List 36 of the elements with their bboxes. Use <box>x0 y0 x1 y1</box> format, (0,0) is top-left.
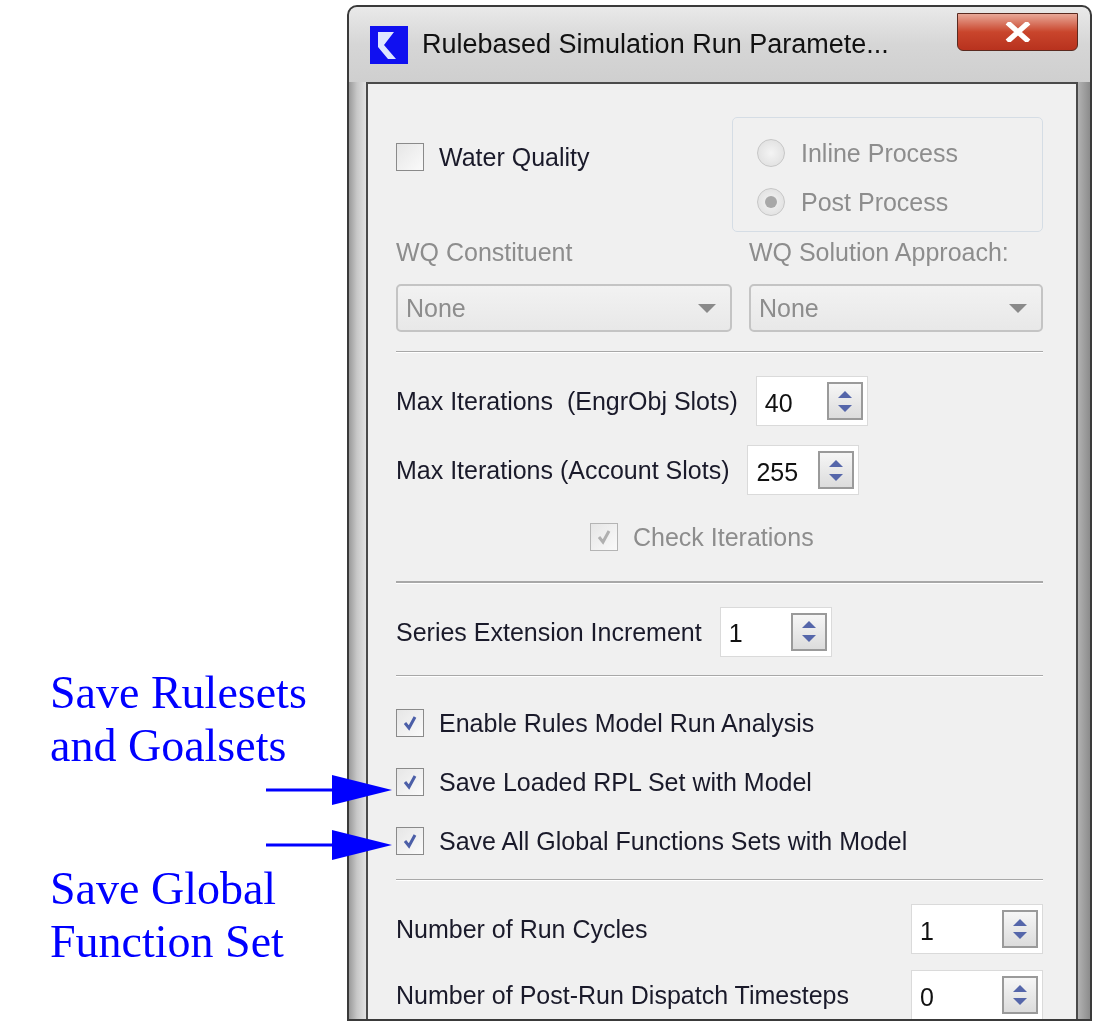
spinner-buttons[interactable] <box>818 451 855 490</box>
close-icon <box>1004 22 1031 42</box>
number-field[interactable]: 1 <box>911 904 1043 954</box>
number-field[interactable]: 0 <box>911 970 1043 1019</box>
field-label: Number of Run Cycles <box>396 914 648 944</box>
spinner-buttons[interactable] <box>826 382 863 421</box>
checkbox[interactable] <box>396 708 424 737</box>
caret-icon <box>1009 303 1027 313</box>
dropdown-label: WQ Solution Approach: <box>748 237 1010 267</box>
number-field[interactable]: 255 <box>747 445 860 496</box>
caret-icon <box>697 303 716 313</box>
radio-label: Inline Process <box>801 138 959 168</box>
field-label: Max Iterations (Account Slots) <box>396 455 730 486</box>
window-title: Rulebased Simulation Run Paramete... <box>422 29 890 60</box>
checkbox[interactable] <box>396 826 424 855</box>
spinner-buttons[interactable] <box>1002 910 1038 948</box>
annotation-text: Save Rulesets and Goalsets <box>50 666 307 772</box>
dropdown-label: WQ Constituent <box>396 237 574 267</box>
annotation-text: Save Global Function Set <box>50 862 284 968</box>
number-field[interactable]: 1 <box>719 606 832 657</box>
spinner-buttons[interactable] <box>1002 976 1038 1014</box>
checkbox[interactable] <box>396 767 424 796</box>
checkbox-label: Water Quality <box>439 142 590 172</box>
app-logo-icon <box>370 25 408 64</box>
checkbox-label: Save All Global Functions Sets with Model <box>439 825 908 856</box>
checkbox-label: Enable Rules Model Run Analysis <box>439 707 815 738</box>
radio-label: Post Process <box>801 187 949 217</box>
close-button[interactable] <box>957 13 1078 51</box>
number-field[interactable]: 40 <box>755 376 868 427</box>
checkbox[interactable] <box>396 143 424 171</box>
field-label: Max Iterations (EngrObj Slots) <box>396 386 738 417</box>
field-label: Series Extension Increment <box>396 616 702 647</box>
checkbox-label: Save Loaded RPL Set with Model <box>439 766 812 797</box>
spinner-buttons[interactable] <box>790 612 827 651</box>
checkbox-label: Check Iterations <box>633 522 814 553</box>
field-label: Number of Post-Run Dispatch Timesteps <box>396 980 849 1010</box>
